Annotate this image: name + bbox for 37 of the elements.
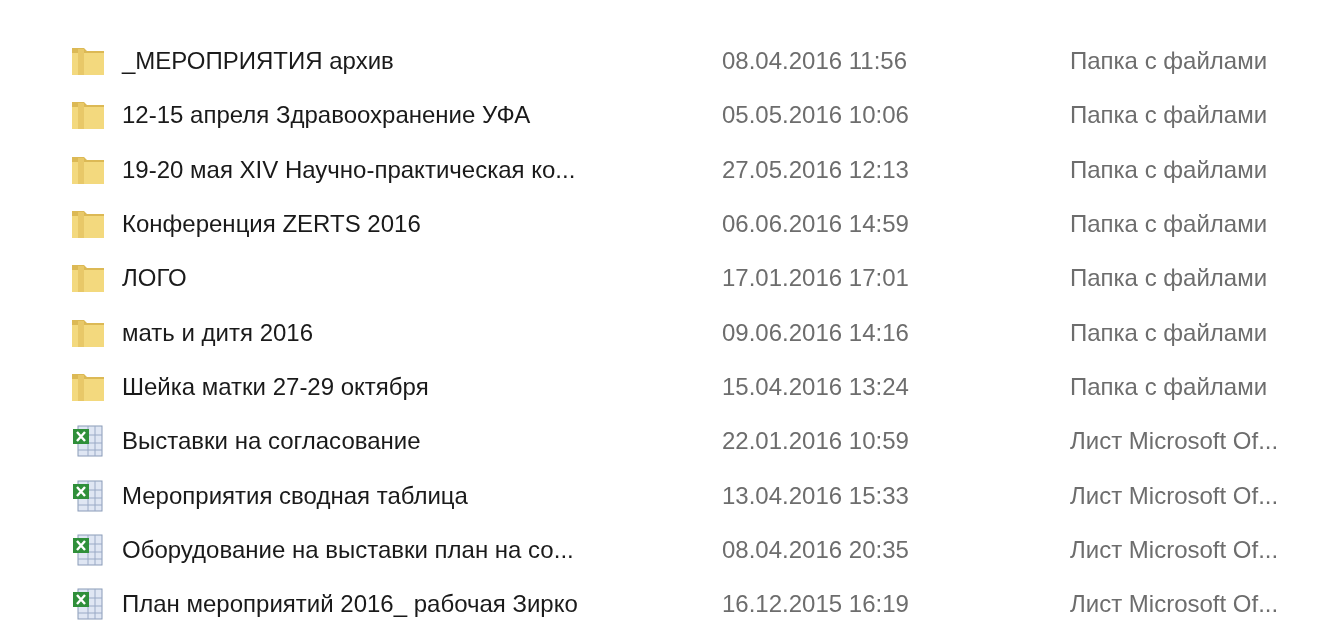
spreadsheet-icon bbox=[70, 477, 106, 514]
date-modified: 16.12.2015 16:19 bbox=[722, 590, 910, 619]
file-type: Папка с файлами bbox=[1070, 47, 1269, 76]
date-modified: 05.05.2016 10:06 bbox=[722, 101, 910, 130]
spreadsheet-icon bbox=[70, 531, 106, 568]
file-name[interactable]: Конференция ZERTS 2016 bbox=[122, 210, 722, 239]
file-name[interactable]: Выставки на согласование bbox=[122, 427, 722, 456]
date-modified: 17.01.2016 17:01 bbox=[722, 264, 910, 293]
file-type: Лист Microsoft Of... bbox=[1070, 481, 1280, 510]
spreadsheet-icon bbox=[70, 586, 106, 623]
file-name[interactable]: ЛОГО bbox=[122, 264, 722, 293]
file-type: Лист Microsoft Of... bbox=[1070, 535, 1280, 564]
date-modified: 13.04.2016 15:33 bbox=[722, 481, 910, 510]
date-modified: 06.06.2016 14:59 bbox=[722, 210, 910, 239]
date-modified: 09.06.2016 14:16 bbox=[722, 318, 910, 347]
date-modified: 27.05.2016 12:13 bbox=[722, 155, 910, 184]
date-modified: 08.04.2016 20:35 bbox=[722, 535, 910, 564]
file-type: Папка с файлами bbox=[1070, 372, 1269, 401]
file-type: Папка с файлами bbox=[1070, 101, 1269, 130]
file-name[interactable]: 19-20 мая XIV Научно-практическая ко... bbox=[122, 155, 722, 184]
file-type: Папка с файлами bbox=[1070, 264, 1269, 293]
spreadsheet-icon bbox=[70, 423, 106, 460]
file-type: Папка с файлами bbox=[1070, 210, 1269, 239]
file-type: Папка с файлами bbox=[1070, 318, 1269, 347]
file-name[interactable]: Мероприятия сводная таблица bbox=[122, 481, 722, 510]
file-name[interactable]: Шейка матки 27-29 октября bbox=[122, 372, 722, 401]
file-type: Папка с файлами bbox=[1070, 155, 1269, 184]
file-type: Лист Microsoft Of... bbox=[1070, 427, 1280, 456]
file-name[interactable]: Оборудование на выставки план на со... bbox=[122, 535, 722, 564]
file-name[interactable]: 12-15 апреля Здравоохранение УФА bbox=[122, 101, 722, 130]
date-modified: 22.01.2016 10:59 bbox=[722, 427, 910, 456]
file-name[interactable]: мать и дитя 2016 bbox=[122, 318, 722, 347]
file-type: Лист Microsoft Of... bbox=[1070, 590, 1280, 619]
file-name[interactable]: План мероприятий 2016_ рабочая Зирко bbox=[122, 590, 722, 619]
file-name[interactable]: _МЕРОПРИЯТИЯ архив bbox=[122, 47, 722, 76]
date-modified: 15.04.2016 13:24 bbox=[722, 372, 910, 401]
date-modified: 08.04.2016 11:56 bbox=[722, 47, 909, 76]
